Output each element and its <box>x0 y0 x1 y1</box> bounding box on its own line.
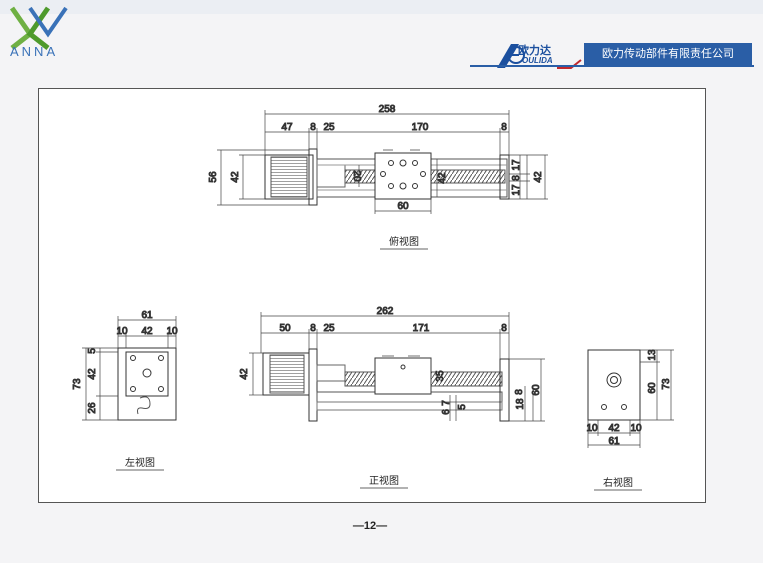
top-dim-plate-b: 8 <box>501 122 507 133</box>
right-dim-w42: 42 <box>608 423 620 434</box>
front-dim-h6: 6 <box>441 409 452 415</box>
right-dim-h60: 60 <box>647 382 658 394</box>
top-dim-motor: 47 <box>281 122 293 133</box>
left-dim-w42: 42 <box>141 326 153 337</box>
front-dim-height: 42 <box>239 368 250 380</box>
right-dim-h73: 73 <box>661 378 672 390</box>
top-dim-overall: 258 <box>379 104 396 115</box>
right-view: 10 42 10 61 13 60 73 右视图 <box>586 349 674 491</box>
left-dim-h5: 5 <box>87 348 98 354</box>
front-dim-h18: 18 <box>515 398 526 410</box>
right-view-caption: 右视图 <box>603 476 633 489</box>
top-view: 258 47 8 25 170 8 60 56 42 20 42 17 8 17… <box>208 104 548 250</box>
front-dim-h60: 60 <box>531 384 542 396</box>
left-view: 61 10 42 10 73 5 42 26 左视图 <box>72 310 178 471</box>
front-dim-gap: 25 <box>323 323 335 334</box>
top-dim-height-inner: 42 <box>230 171 241 183</box>
top-dim-rail: 42 <box>437 172 448 184</box>
front-dim-plate-a: 8 <box>310 323 316 334</box>
top-dim-plate-a: 8 <box>310 122 316 133</box>
top-dim-gap: 25 <box>323 122 335 133</box>
front-dim-motor: 50 <box>279 323 291 334</box>
right-body <box>587 349 641 421</box>
front-view-caption: 正视图 <box>369 474 399 487</box>
front-dim-travel: 171 <box>413 323 430 334</box>
front-view: 262 50 8 25 171 8 42 35 6 7 5 18 8 60 正视… <box>239 306 545 489</box>
top-dim-screw: 20 <box>351 170 362 182</box>
front-dim-h5: 5 <box>457 404 468 410</box>
top-view-caption: 俯视图 <box>389 235 419 248</box>
top-coupling <box>316 164 346 188</box>
right-dim-h13: 13 <box>647 349 658 361</box>
left-dim-width: 61 <box>141 310 153 321</box>
top-dim-r17a: 17 <box>511 159 522 171</box>
top-dim-height-outer: 56 <box>208 171 219 183</box>
page: ANNA 欧力达 OULIDA 欧力传动部件有限责任公司 258 47 8 25… <box>0 0 763 563</box>
left-view-caption: 左视图 <box>125 456 155 469</box>
right-dim-w10a: 10 <box>586 423 598 434</box>
front-dim-h8: 8 <box>514 389 525 395</box>
front-dim-h35: 35 <box>435 370 446 382</box>
front-end-plate-left <box>308 348 318 422</box>
page-number: —12— <box>352 520 388 532</box>
top-dim-r42: 42 <box>533 171 544 183</box>
left-dim-w10a: 10 <box>116 326 128 337</box>
right-dim-w10b: 10 <box>630 423 642 434</box>
left-body <box>117 347 177 421</box>
left-dim-h26: 26 <box>87 402 98 414</box>
front-coupling <box>316 364 346 382</box>
top-dim-r17b: 17 <box>511 184 522 196</box>
front-dim-h7: 7 <box>441 400 452 406</box>
left-dim-h42: 42 <box>87 368 98 380</box>
top-dim-travel: 170 <box>412 122 429 133</box>
front-carriage <box>374 357 432 395</box>
technical-drawing: 258 47 8 25 170 8 60 56 42 20 42 17 8 17… <box>72 104 674 491</box>
top-dim-r8: 8 <box>511 175 522 181</box>
front-dim-plate-b: 8 <box>501 323 507 334</box>
left-dim-h73: 73 <box>72 378 83 390</box>
top-motor-fins <box>270 156 308 198</box>
top-dim-carriage: 60 <box>397 201 409 212</box>
front-base <box>316 401 503 411</box>
front-end-plate-right <box>499 358 510 422</box>
left-motor-face <box>125 351 169 397</box>
left-dim-w10b: 10 <box>166 326 178 337</box>
right-dim-width: 61 <box>608 436 620 447</box>
front-motor-fins <box>269 354 305 394</box>
front-dim-overall: 262 <box>377 306 394 317</box>
